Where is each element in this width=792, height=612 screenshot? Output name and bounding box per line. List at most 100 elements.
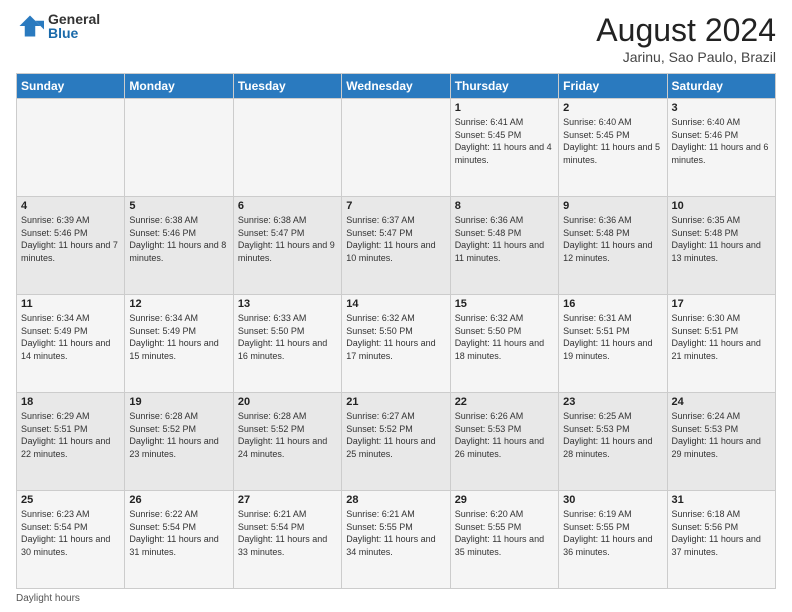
day-number: 23 [563,396,662,408]
calendar-cell: 23 Sunrise: 6:25 AM Sunset: 5:53 PM Dayli… [559,393,667,491]
calendar-table: Sunday Monday Tuesday Wednesday Thursday… [16,73,776,589]
calendar-cell: 29 Sunrise: 6:20 AM Sunset: 5:55 PM Dayli… [450,491,558,589]
col-monday: Monday [125,74,233,99]
day-info: Sunrise: 6:27 AM Sunset: 5:52 PM Dayligh… [346,410,445,460]
day-info: Sunrise: 6:32 AM Sunset: 5:50 PM Dayligh… [455,312,554,362]
header-row: Sunday Monday Tuesday Wednesday Thursday… [17,74,776,99]
day-info: Sunrise: 6:36 AM Sunset: 5:48 PM Dayligh… [455,214,554,264]
calendar-cell: 25 Sunrise: 6:23 AM Sunset: 5:54 PM Dayli… [17,491,125,589]
calendar-cell: 15 Sunrise: 6:32 AM Sunset: 5:50 PM Dayli… [450,295,558,393]
calendar-cell: 27 Sunrise: 6:21 AM Sunset: 5:54 PM Dayli… [233,491,341,589]
calendar-week-1: 1 Sunrise: 6:41 AM Sunset: 5:45 PM Daylig… [17,99,776,197]
day-number: 19 [129,396,228,408]
col-tuesday: Tuesday [233,74,341,99]
calendar-cell: 16 Sunrise: 6:31 AM Sunset: 5:51 PM Dayli… [559,295,667,393]
calendar-cell: 3 Sunrise: 6:40 AM Sunset: 5:46 PM Daylig… [667,99,775,197]
day-number: 31 [672,494,771,506]
day-info: Sunrise: 6:23 AM Sunset: 5:54 PM Dayligh… [21,508,120,558]
day-info: Sunrise: 6:40 AM Sunset: 5:46 PM Dayligh… [672,116,771,166]
day-info: Sunrise: 6:40 AM Sunset: 5:45 PM Dayligh… [563,116,662,166]
col-saturday: Saturday [667,74,775,99]
calendar-cell: 9 Sunrise: 6:36 AM Sunset: 5:48 PM Daylig… [559,197,667,295]
calendar-week-3: 11 Sunrise: 6:34 AM Sunset: 5:49 PM Dayli… [17,295,776,393]
header: General Blue August 2024 Jarinu, Sao Pau… [16,12,776,65]
day-number: 18 [21,396,120,408]
day-number: 30 [563,494,662,506]
calendar-cell: 13Sunrise: 6:33 AM Sunset: 5:50 PM Dayli… [233,295,341,393]
day-info: Sunrise: 6:36 AM Sunset: 5:48 PM Dayligh… [563,214,662,264]
col-friday: Friday [559,74,667,99]
calendar-cell: 10Sunrise: 6:35 AM Sunset: 5:48 PM Dayli… [667,197,775,295]
day-number: 27 [238,494,337,506]
day-number: 16 [563,298,662,310]
day-info: Sunrise: 6:34 AM Sunset: 5:49 PM Dayligh… [129,312,228,362]
calendar-cell: 19 Sunrise: 6:28 AM Sunset: 5:52 PM Dayli… [125,393,233,491]
calendar-cell: 18Sunrise: 6:29 AM Sunset: 5:51 PM Dayli… [17,393,125,491]
calendar-cell: 17Sunrise: 6:30 AM Sunset: 5:51 PM Dayli… [667,295,775,393]
day-info: Sunrise: 6:18 AM Sunset: 5:56 PM Dayligh… [672,508,771,558]
day-number: 24 [672,396,771,408]
day-info: Sunrise: 6:21 AM Sunset: 5:55 PM Dayligh… [346,508,445,558]
day-number: 14 [346,298,445,310]
day-number: 13 [238,298,337,310]
calendar-cell: 14 Sunrise: 6:32 AM Sunset: 5:50 PM Dayli… [342,295,450,393]
calendar-cell: 28 Sunrise: 6:21 AM Sunset: 5:55 PM Dayli… [342,491,450,589]
day-number: 26 [129,494,228,506]
day-number: 29 [455,494,554,506]
calendar-cell: 2 Sunrise: 6:40 AM Sunset: 5:45 PM Daylig… [559,99,667,197]
day-number: 9 [563,200,662,212]
calendar-cell: 4Sunrise: 6:39 AM Sunset: 5:46 PM Daylig… [17,197,125,295]
day-info: Sunrise: 6:34 AM Sunset: 5:49 PM Dayligh… [21,312,120,362]
title-block: August 2024 Jarinu, Sao Paulo, Brazil [596,12,776,65]
main-title: August 2024 [596,12,776,49]
logo-general-text: General [48,12,100,26]
calendar-cell: 24 Sunrise: 6:24 AM Sunset: 5:53 PM Dayli… [667,393,775,491]
calendar-cell: 11 Sunrise: 6:34 AM Sunset: 5:49 PM Dayli… [17,295,125,393]
day-number: 22 [455,396,554,408]
day-number: 11 [21,298,120,310]
calendar-cell: 22Sunrise: 6:26 AM Sunset: 5:53 PM Dayli… [450,393,558,491]
logo-text: General Blue [48,12,100,40]
day-info: Sunrise: 6:31 AM Sunset: 5:51 PM Dayligh… [563,312,662,362]
logo-icon [16,12,44,40]
day-number: 15 [455,298,554,310]
calendar-cell: 8 Sunrise: 6:36 AM Sunset: 5:48 PM Daylig… [450,197,558,295]
day-number: 1 [455,102,554,114]
day-number: 8 [455,200,554,212]
calendar-cell: 12Sunrise: 6:34 AM Sunset: 5:49 PM Dayli… [125,295,233,393]
calendar-cell [17,99,125,197]
col-wednesday: Wednesday [342,74,450,99]
calendar-cell: 30 Sunrise: 6:19 AM Sunset: 5:55 PM Dayli… [559,491,667,589]
day-number: 2 [563,102,662,114]
col-sunday: Sunday [17,74,125,99]
calendar-cell: 7Sunrise: 6:37 AM Sunset: 5:47 PM Daylig… [342,197,450,295]
day-info: Sunrise: 6:21 AM Sunset: 5:54 PM Dayligh… [238,508,337,558]
day-info: Sunrise: 6:28 AM Sunset: 5:52 PM Dayligh… [238,410,337,460]
day-info: Sunrise: 6:19 AM Sunset: 5:55 PM Dayligh… [563,508,662,558]
calendar-cell: 21Sunrise: 6:27 AM Sunset: 5:52 PM Dayli… [342,393,450,491]
calendar-cell: 26Sunrise: 6:22 AM Sunset: 5:54 PM Dayli… [125,491,233,589]
calendar-cell: 5Sunrise: 6:38 AM Sunset: 5:46 PM Daylig… [125,197,233,295]
day-number: 3 [672,102,771,114]
calendar-cell: 1 Sunrise: 6:41 AM Sunset: 5:45 PM Daylig… [450,99,558,197]
day-info: Sunrise: 6:20 AM Sunset: 5:55 PM Dayligh… [455,508,554,558]
calendar-cell: 20Sunrise: 6:28 AM Sunset: 5:52 PM Dayli… [233,393,341,491]
day-number: 25 [21,494,120,506]
day-info: Sunrise: 6:41 AM Sunset: 5:45 PM Dayligh… [455,116,554,166]
day-info: Sunrise: 6:30 AM Sunset: 5:51 PM Dayligh… [672,312,771,362]
day-info: Sunrise: 6:37 AM Sunset: 5:47 PM Dayligh… [346,214,445,264]
calendar-cell [125,99,233,197]
day-info: Sunrise: 6:24 AM Sunset: 5:53 PM Dayligh… [672,410,771,460]
day-number: 28 [346,494,445,506]
footer-note: Daylight hours [16,593,776,604]
day-number: 4 [21,200,120,212]
day-number: 10 [672,200,771,212]
logo: General Blue [16,12,100,40]
day-info: Sunrise: 6:38 AM Sunset: 5:46 PM Dayligh… [129,214,228,264]
day-info: Sunrise: 6:32 AM Sunset: 5:50 PM Dayligh… [346,312,445,362]
calendar-cell: 31 Sunrise: 6:18 AM Sunset: 5:56 PM Dayli… [667,491,775,589]
day-info: Sunrise: 6:28 AM Sunset: 5:52 PM Dayligh… [129,410,228,460]
day-info: Sunrise: 6:25 AM Sunset: 5:53 PM Dayligh… [563,410,662,460]
col-thursday: Thursday [450,74,558,99]
calendar-week-4: 18Sunrise: 6:29 AM Sunset: 5:51 PM Dayli… [17,393,776,491]
